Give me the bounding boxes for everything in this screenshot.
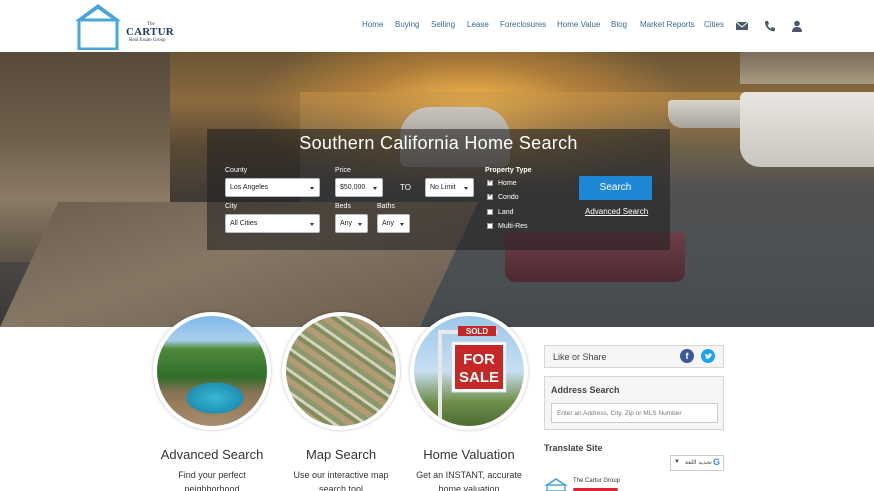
price-to-label: TO [400,183,411,192]
translate-site-title: Translate Site [544,443,603,453]
nav-market-reports[interactable]: Market Reports [640,20,695,29]
language-select[interactable]: ▼ تحديد اللغة G [670,455,724,471]
price-min-select[interactable]: $50,000 [335,178,383,197]
facebook-icon[interactable]: f [680,349,694,363]
price-min-value: $50,000 [340,184,366,191]
svg-text:FOR: FOR [463,351,495,368]
nav-buying[interactable]: Buying [395,20,419,29]
address-search-title: Address Search [551,385,620,395]
chevron-down-icon: ▼ [674,459,680,465]
feature-image-circle[interactable]: SOLD FOR SALE [410,312,528,430]
nav-home[interactable]: Home [362,20,383,29]
city-select[interactable]: All Cities [225,214,320,233]
twitter-icon[interactable] [701,349,715,363]
envelope-icon[interactable] [735,19,749,33]
beds-label: Beds [335,203,351,210]
multi-res-checkbox[interactable] [487,223,493,229]
logo-subtitle: Real Estate Group [129,38,166,43]
nav-cities[interactable]: Cities [704,20,724,29]
condo-checkbox[interactable] [487,192,493,200]
baths-select-value: Any [382,220,395,227]
for-sale-sign-image: SOLD FOR SALE [414,316,524,426]
feature-title: Map Search [305,447,377,462]
county-select-value: Los Angeles [230,184,269,191]
feature-title: Advanced Search [160,447,264,462]
property-type-label: Property Type [485,167,532,174]
address-search-box: Address Search Enter an Address, City, Z… [544,376,724,430]
condo-checkbox-label: Condo [498,194,519,201]
company-name: The Cartur Group [573,478,621,484]
price-max-select[interactable]: No Limit [425,178,474,197]
svg-text:SALE: SALE [459,369,499,386]
county-select[interactable]: Los Angeles [225,178,320,197]
address-search-input[interactable]: Enter an Address, City, Zip or MLS Numbe… [551,403,718,423]
beds-select-value: Any [340,220,353,227]
google-icon: G [712,457,720,467]
multi-res-checkbox-label: Multi-Res [498,223,528,230]
home-search-panel: Southern California Home Search County L… [207,129,670,250]
svg-text:SOLD: SOLD [466,327,488,336]
search-title: Southern California Home Search [299,133,578,153]
baths-label: Baths [377,203,395,210]
pool-image [157,316,267,426]
city-select-value: All Cities [230,220,258,227]
advanced-search-link[interactable]: Advanced Search [585,207,648,216]
feature-description: Get an INSTANT, accurate home valuation [416,470,522,491]
county-label: County [225,167,248,174]
nav-selling[interactable]: Selling [431,20,455,29]
chevron-down-icon [373,187,377,190]
chevron-down-icon [400,223,404,226]
home-checkbox[interactable] [487,178,493,186]
city-label: City [225,203,238,210]
aerial-neighborhood-image [286,316,396,426]
chevron-down-icon [464,187,468,190]
price-max-value: No Limit [430,184,456,191]
nav-lease[interactable]: Lease [467,20,489,29]
feature-title: Home Valuation [423,447,515,462]
nav-foreclosures[interactable]: Foreclosures [500,20,546,29]
chevron-down-icon [310,223,314,226]
land-checkbox[interactable] [487,209,493,215]
feature-image-circle[interactable] [153,312,271,430]
chevron-down-icon [358,223,362,226]
search-button[interactable]: Search [579,176,652,200]
hero-house-image [740,52,874,84]
for-sale-sign-icon: SOLD FOR SALE [438,326,507,426]
feature-image-circle[interactable] [282,312,400,430]
share-box: Like or Share f [544,345,724,368]
chevron-down-icon [310,187,314,190]
site-header: The CARTUR Real Estate Group Home Buying… [0,0,874,52]
beds-select[interactable]: Any [335,214,368,233]
nav-blog[interactable]: Blog [611,20,627,29]
phone-icon[interactable] [763,19,777,33]
price-label: Price [335,167,351,174]
land-checkbox-label: Land [498,209,514,216]
hero-yacht-image [740,92,874,167]
share-label: Like or Share [553,352,607,362]
nav-home-value[interactable]: Home Value [557,20,600,29]
baths-select[interactable]: Any [377,214,410,233]
feature-description: Use our interactive map search tool [293,470,389,491]
user-icon[interactable] [790,19,804,33]
feature-description: Find your perfect neighborhood [178,470,246,491]
company-logo-icon [544,478,568,491]
home-checkbox-label: Home [498,180,517,187]
language-select-value: تحديد اللغة [685,460,712,466]
